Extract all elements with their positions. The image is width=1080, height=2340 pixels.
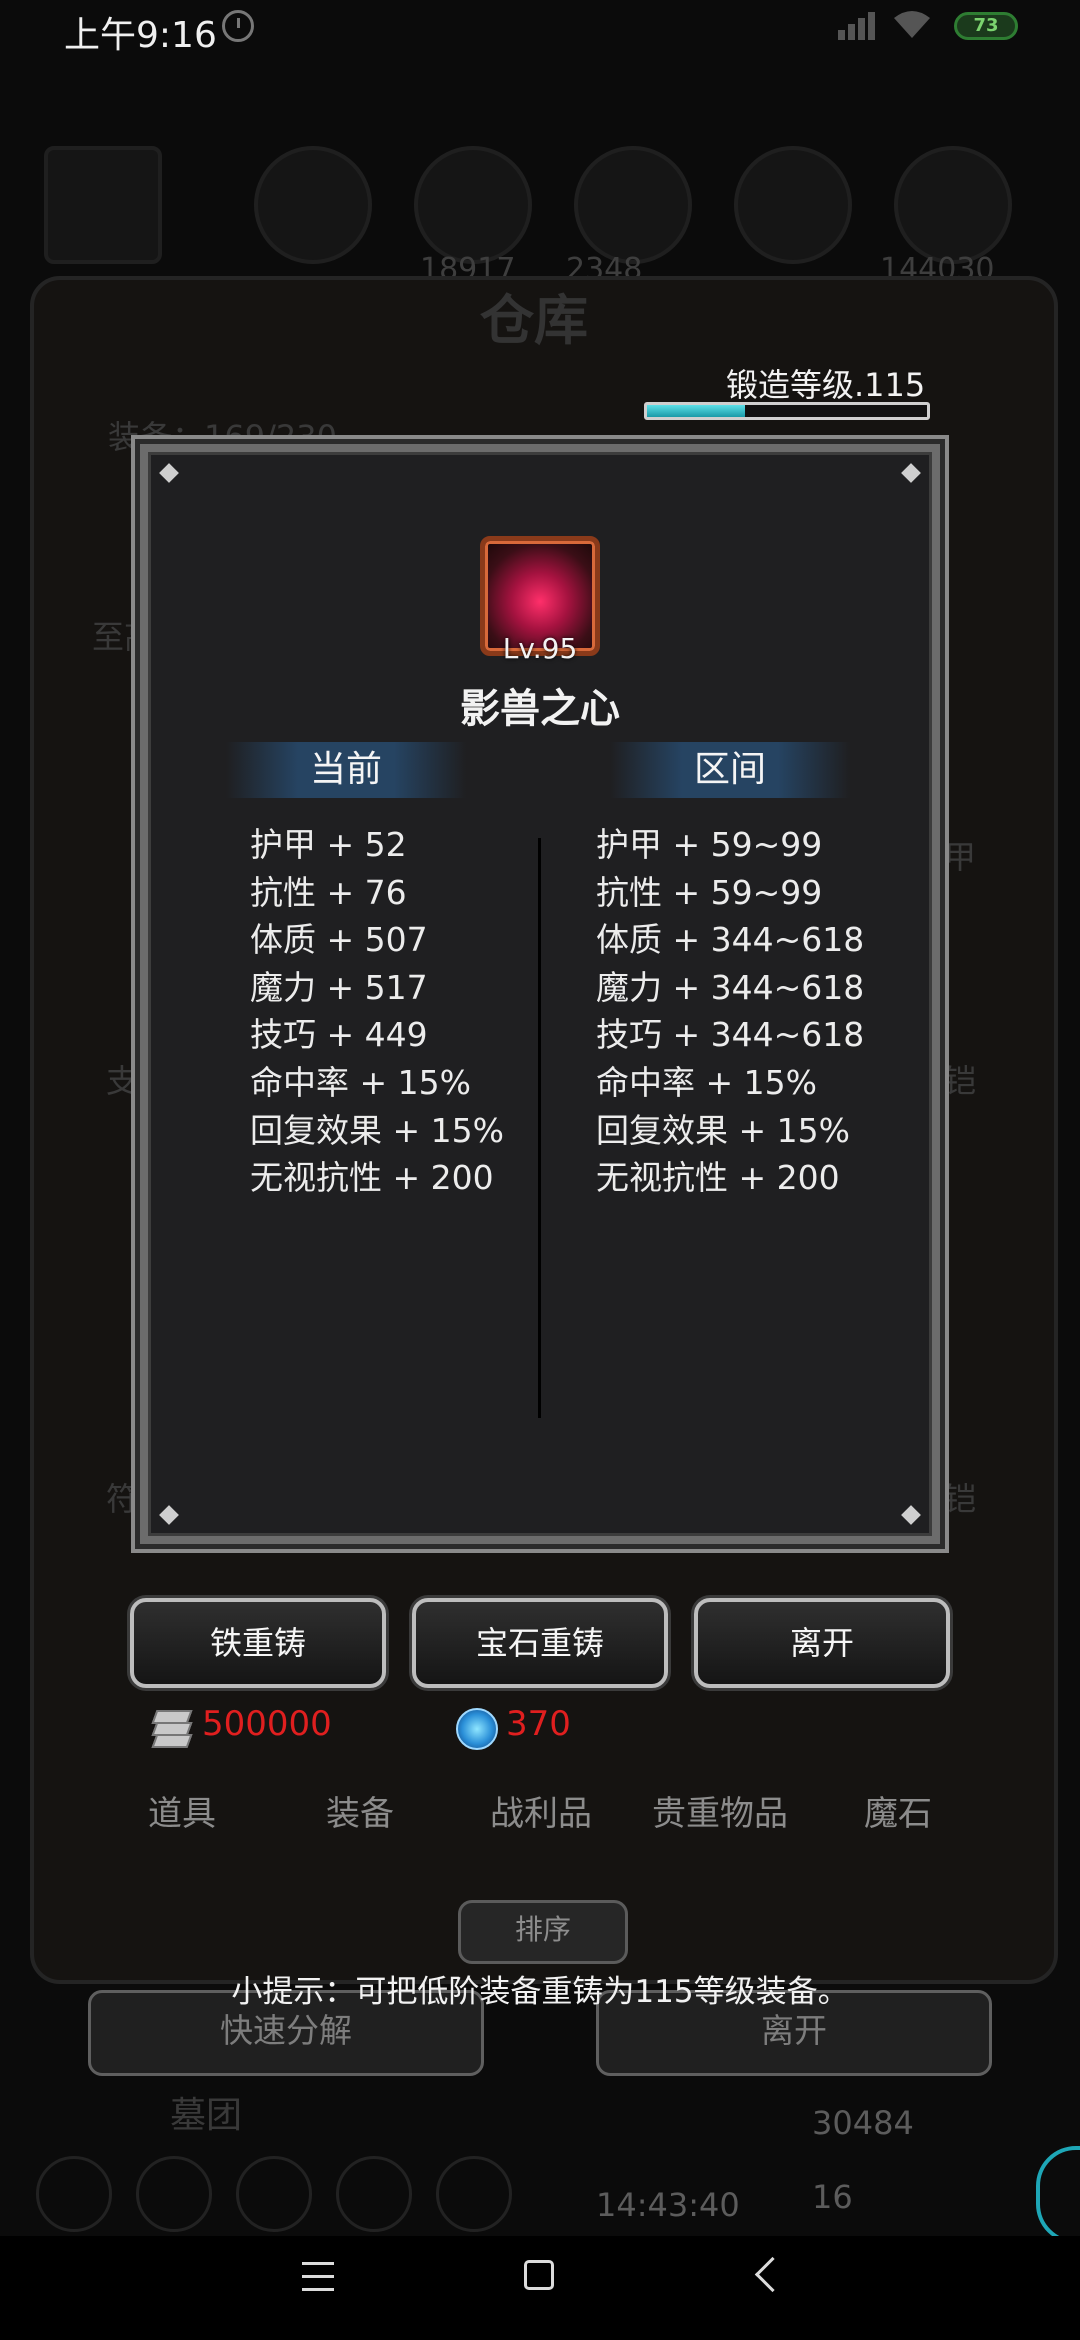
stat-row: 命中率 + 15% xyxy=(596,1062,817,1102)
stat-row: 魔力 + 344~618 xyxy=(596,967,865,1007)
corner-ornament xyxy=(901,463,921,483)
stat-row: 技巧 + 344~618 xyxy=(596,1015,865,1055)
stat-row: 回复效果 + 15% xyxy=(250,1110,504,1150)
gem-reforge-button[interactable]: 宝石重铸 xyxy=(412,1598,668,1688)
bg-gem-count: 16 xyxy=(812,2178,853,2216)
home-icon[interactable] xyxy=(524,2260,554,2290)
status-time: 上午9:16 xyxy=(64,15,217,56)
bg-label: 符 xyxy=(106,1480,139,1518)
stat-row: 护甲 + 52 xyxy=(250,825,407,864)
resource-icon xyxy=(574,146,692,264)
corner-ornament xyxy=(901,1505,921,1525)
forge-level-label: 锻造等级.115 xyxy=(726,366,926,404)
range-stats-list: 护甲 + 59~99 抗性 + 59~99 体质 + 344~618 魔力 + … xyxy=(596,818,864,1199)
menu-icon[interactable] xyxy=(302,2262,334,2292)
stat-row: 体质 + 344~618 xyxy=(596,920,865,960)
sort-button[interactable]: 排序 xyxy=(458,1900,628,1964)
iron-ingot-icon xyxy=(150,1708,193,1748)
iron-reforge-button[interactable]: 铁重铸 xyxy=(130,1598,386,1688)
status-bar: 上午9:16 73 xyxy=(0,0,1080,56)
blue-gem-icon xyxy=(456,1708,498,1750)
bg-label: 铠 xyxy=(944,1480,977,1518)
forge-progress-fill xyxy=(647,405,745,417)
resource-icon xyxy=(414,146,532,264)
stat-row: 抗性 + 76 xyxy=(250,872,407,912)
item-name: 影兽之心 xyxy=(460,686,620,732)
resource-icon xyxy=(254,146,372,264)
menu-icon xyxy=(336,2156,412,2232)
tip-text: 小提示：可把低阶装备重铸为115等级装备。 xyxy=(231,1974,849,2010)
hero-avatar xyxy=(44,146,162,264)
menu-icon xyxy=(36,2156,112,2232)
tab-items[interactable]: 道具 xyxy=(148,1786,216,1835)
menu-icon xyxy=(236,2156,312,2232)
bg-label: 铠 xyxy=(944,1062,977,1100)
stat-row: 无视抗性 + 200 xyxy=(596,1158,840,1198)
forge-progress-bar xyxy=(644,402,930,420)
wifi-icon xyxy=(894,11,930,38)
stat-row: 无视抗性 + 200 xyxy=(250,1158,494,1198)
tab-equipment[interactable]: 装备 xyxy=(326,1786,394,1835)
bg-gold: 30484 xyxy=(812,2104,914,2142)
inventory-tabs: 道具 装备 战利品 贵重物品 魔石 xyxy=(100,1786,980,1846)
signal-icon xyxy=(838,8,882,40)
range-header: 区间 xyxy=(610,742,850,798)
guild-name: 墓团 xyxy=(170,2095,243,2136)
alarm-icon xyxy=(222,10,254,42)
menu-icon xyxy=(436,2156,512,2232)
stat-row: 魔力 + 517 xyxy=(250,967,428,1007)
iron-amount: 500000 xyxy=(202,1704,332,1744)
bg-timer: 14:43:40 xyxy=(596,2186,740,2224)
warehouse-title: 仓库 xyxy=(480,289,588,352)
bg-label: 支 xyxy=(106,1062,139,1100)
tab-valuables[interactable]: 贵重物品 xyxy=(652,1786,788,1835)
stat-row: 抗性 + 59~99 xyxy=(596,872,823,912)
resource-icon xyxy=(894,146,1012,264)
column-divider xyxy=(538,838,541,1418)
stat-row: 技巧 + 449 xyxy=(250,1015,428,1055)
resource-icon xyxy=(734,146,852,264)
current-header: 当前 xyxy=(226,742,466,798)
item-level: Lv.95 xyxy=(502,632,578,665)
stat-row: 回复效果 + 15% xyxy=(596,1110,850,1150)
battery-icon: 73 xyxy=(954,12,1018,40)
stat-row: 体质 + 507 xyxy=(250,920,428,960)
corner-ornament xyxy=(159,1505,179,1525)
gem-amount: 370 xyxy=(506,1704,571,1744)
bg-label: 甲 xyxy=(944,838,977,876)
stat-row: 命中率 + 15% xyxy=(250,1062,471,1102)
tab-loot[interactable]: 战利品 xyxy=(490,1786,592,1835)
current-stats-list: 护甲 + 52 抗性 + 76 体质 + 507 魔力 + 517 技巧 + 4… xyxy=(250,818,504,1199)
corner-ornament xyxy=(159,463,179,483)
stat-row: 护甲 + 59~99 xyxy=(596,825,823,864)
menu-icon xyxy=(136,2156,212,2232)
leave-button[interactable]: 离开 xyxy=(694,1598,950,1688)
tab-magic-stones[interactable]: 魔石 xyxy=(864,1786,932,1835)
